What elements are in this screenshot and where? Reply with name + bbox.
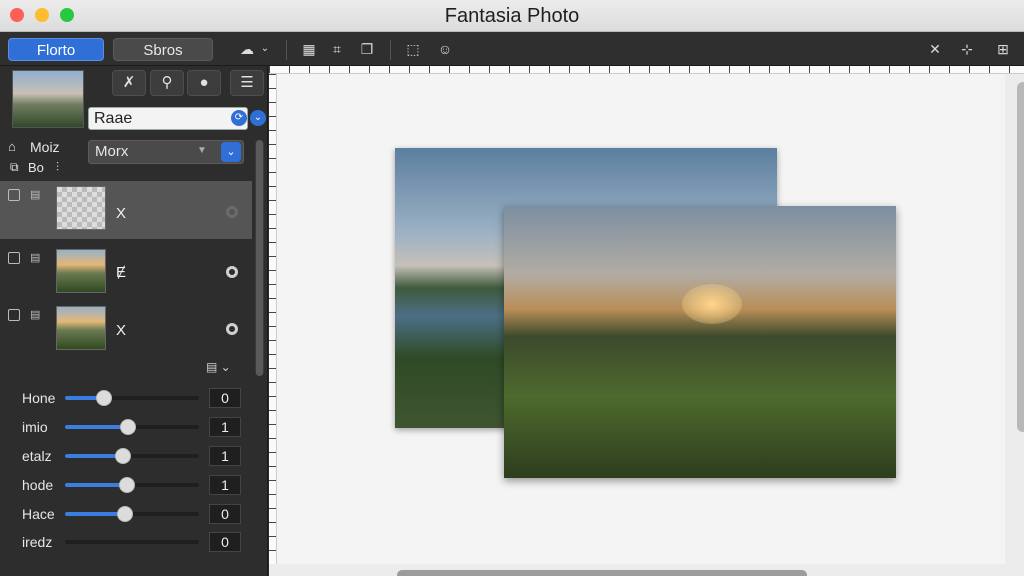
document-canvas[interactable]	[277, 74, 1024, 576]
adjustment-label: hode	[22, 477, 54, 493]
adjustment-slider[interactable]	[65, 419, 199, 435]
slider-knob[interactable]	[95, 390, 112, 406]
adjustment-value-field[interactable]: 0	[209, 504, 241, 524]
adjustment-value-field[interactable]: 1	[209, 446, 241, 466]
cloud-icon[interactable]: ☁	[238, 40, 256, 58]
horizontal-ruler	[269, 66, 1024, 74]
adjustment-slider[interactable]	[65, 477, 199, 493]
tab-florto[interactable]: Florto	[8, 38, 104, 61]
home-icon: ⌂	[8, 139, 16, 154]
adjustment-slider[interactable]	[65, 390, 199, 406]
transform-icon[interactable]: ✕	[926, 40, 944, 58]
layer-visibility-checkbox[interactable]	[8, 309, 20, 321]
edit-name-icon[interactable]: ⟳	[231, 110, 247, 126]
name-field[interactable]: Raae	[88, 107, 248, 130]
layer-visibility-checkbox[interactable]	[8, 189, 20, 201]
crop-icon[interactable]: ⌗	[328, 40, 346, 58]
slider-fill	[65, 454, 123, 458]
layer-name: Ɇ	[116, 264, 127, 281]
slider-fill	[65, 483, 127, 487]
mode-label: Moiz	[30, 139, 60, 155]
slider-knob[interactable]	[114, 448, 131, 464]
layer-eye-icon[interactable]	[226, 206, 238, 218]
layer-type-icon: ▤	[30, 309, 41, 321]
adjustment-slider[interactable]	[65, 540, 199, 544]
adjustment-slider[interactable]	[65, 448, 199, 464]
adjustment-value-field[interactable]: 1	[209, 475, 241, 495]
layer-name: X	[116, 205, 127, 222]
copy-icon[interactable]: ❐	[358, 40, 376, 58]
adjustment-value-field[interactable]: 0	[209, 532, 241, 552]
chevron-down-icon[interactable]: ⌄	[250, 110, 266, 126]
canvas-horizontal-scrollbar[interactable]	[397, 570, 807, 576]
toolbar-divider	[390, 40, 391, 60]
slider-knob[interactable]	[119, 419, 136, 435]
layer-eye-icon[interactable]	[226, 323, 238, 335]
adjustment-value-field[interactable]: 1	[209, 417, 241, 437]
meadow-photo-layer[interactable]	[504, 206, 896, 478]
select-icon[interactable]: ⬚	[404, 40, 422, 58]
layer-thumbnail	[56, 306, 106, 350]
link-icon: ⫶	[56, 160, 60, 174]
layer-type-icon: ▤	[30, 252, 41, 264]
adjustment-label: imio	[22, 419, 48, 435]
grid-icon[interactable]: ▦	[300, 40, 318, 58]
person-icon[interactable]: ●	[187, 70, 221, 96]
layer-thumbnail	[56, 186, 106, 230]
layer-thumbnail	[56, 249, 106, 293]
toolbar: Florto Sbros ☁ ⌄ ▦ ⌗ ❐ ⬚ ☺ ✕ ⊹ ⊞	[0, 32, 1024, 66]
layers-scroll-thumb[interactable]	[256, 140, 263, 376]
slider-fill	[65, 425, 128, 429]
adjustment-slider[interactable]	[65, 506, 199, 522]
layer-type-icon: ▤	[30, 189, 41, 201]
grid-plus-icon[interactable]: ⊞	[994, 40, 1012, 58]
dropdown-arrow-icon: ▼	[197, 145, 207, 156]
adjustment-value-field[interactable]: 0	[209, 388, 241, 408]
layer-row[interactable]: ▤ Ɇ	[0, 244, 252, 302]
layers-scrollbar[interactable]	[255, 140, 264, 376]
slider-fill	[65, 512, 126, 516]
adjustment-label: Hace	[22, 506, 55, 522]
blend-icon: ⧉	[10, 160, 19, 174]
canvas-area[interactable]	[269, 66, 1024, 576]
chevron-down-icon[interactable]: ⌄	[256, 40, 274, 58]
canvas-vertical-scrollbar[interactable]	[1017, 82, 1024, 432]
layer-name: X	[116, 322, 127, 339]
menu-icon[interactable]: ☰	[230, 70, 264, 96]
brush-icon[interactable]: ⚲	[150, 70, 184, 96]
chat-icon[interactable]: ☺	[436, 40, 454, 58]
layer-row[interactable]: ▤ X	[0, 181, 252, 239]
toolbar-divider	[286, 40, 287, 60]
title-bar: Fantasia Photo	[0, 0, 1024, 32]
window-title: Fantasia Photo	[444, 5, 580, 27]
layer-row[interactable]: ▤ X	[0, 301, 252, 359]
dropdown-toggle-button[interactable]: ⌄	[221, 142, 241, 162]
tab-sbros[interactable]: Sbros	[113, 38, 213, 61]
app-window: Fantasia Photo Florto Sbros ☁ ⌄ ▦ ⌗ ❐ ⬚ …	[0, 0, 1024, 576]
adjustment-label: etalz	[22, 448, 52, 464]
align-icon[interactable]: ⊹	[958, 40, 976, 58]
sun-glow	[682, 284, 742, 324]
vertical-ruler	[269, 74, 277, 564]
blend-mode-label: Bo	[28, 160, 44, 175]
document-thumbnail[interactable]	[12, 70, 84, 128]
adjustment-label: Hone	[22, 390, 56, 406]
layer-eye-icon[interactable]	[226, 266, 238, 278]
adjustment-label: iredz	[22, 534, 53, 550]
magic-wand-icon[interactable]: ✗	[112, 70, 146, 96]
slider-knob[interactable]	[118, 477, 135, 493]
panel-icon[interactable]: ▤ ⌄	[206, 360, 231, 374]
layer-visibility-checkbox[interactable]	[8, 252, 20, 264]
